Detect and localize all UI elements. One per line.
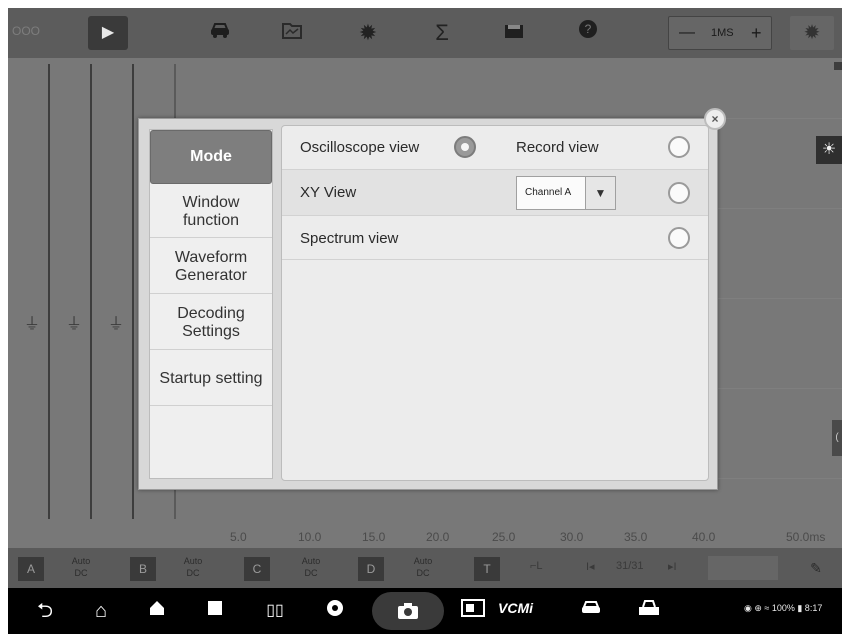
zoom-out-button[interactable]: —: [679, 17, 695, 49]
first-frame-button[interactable]: I◂: [586, 560, 595, 573]
coupling-line1: Auto: [301, 556, 321, 566]
timebase-control: — 1MS +: [668, 16, 772, 50]
xy-channel-value: Channel A: [525, 187, 572, 198]
device-screen: OOO ▶ ✹ Σ ? — 1MS + ✹ ⏚ ⏚ ⏚ ☀ (5.0 10.0…: [8, 8, 842, 634]
x-tick-label: 20.0: [426, 530, 450, 544]
settings-dialog: Mode Window function Waveform Generator …: [138, 118, 718, 490]
trigger-edge-button[interactable]: ⌐L: [530, 560, 543, 572]
back-icon[interactable]: ⮌: [28, 598, 62, 624]
frame-slider[interactable]: [708, 556, 778, 580]
channel-c-button[interactable]: C: [244, 557, 270, 581]
shop-icon[interactable]: [632, 598, 666, 624]
record-view-label: Record view: [516, 139, 599, 156]
probe-icon[interactable]: ✎: [798, 556, 834, 580]
help-icon[interactable]: ?: [568, 16, 608, 50]
coupling-line2: DC: [186, 568, 200, 578]
browser-icon[interactable]: [318, 598, 352, 624]
xy-view-radio[interactable]: [668, 182, 690, 204]
settings-gear-icon[interactable]: ✹: [790, 16, 834, 50]
coupling-line2: DC: [74, 568, 88, 578]
option-row: Spectrum view: [282, 216, 708, 260]
zoom-in-button[interactable]: +: [751, 17, 762, 49]
x-tick-label: 25.0: [492, 530, 516, 544]
channel-d-coupling[interactable]: Auto DC: [404, 555, 442, 579]
settings-menu: Mode Window function Waveform Generator …: [149, 129, 273, 479]
car-icon[interactable]: [200, 16, 240, 50]
menu-item-decoding-settings[interactable]: Decoding Settings: [150, 296, 272, 350]
recent-apps-icon[interactable]: [198, 598, 232, 624]
coupling-line2: DC: [304, 568, 318, 578]
vehicle-icon[interactable]: [574, 598, 608, 624]
coupling-line1: Auto: [413, 556, 433, 566]
record-view-radio[interactable]: [668, 136, 690, 158]
coupling-line1: Auto: [71, 556, 91, 566]
system-nav-bar: ⮌ ⌂ ▯▯ VCMi ◉ ⊕ ≈ 100% ▮ 8:17: [8, 588, 842, 634]
x-tick-label: 40.0: [692, 530, 716, 544]
camera-icon: [398, 603, 418, 619]
channel-d-button[interactable]: D: [358, 557, 384, 581]
channel-a-button[interactable]: A: [18, 557, 44, 581]
gear-icon[interactable]: ✹: [348, 16, 388, 50]
oscilloscope-view-label: Oscilloscope view: [300, 139, 420, 156]
chevron-down-icon[interactable]: ▼: [585, 177, 615, 209]
coupling-line2: DC: [416, 568, 430, 578]
side-panel-tab[interactable]: (: [832, 420, 842, 456]
x-tick-label: 15.0: [362, 530, 386, 544]
screenshot-button[interactable]: [372, 592, 444, 630]
ground-marker-icon[interactable]: ⏚: [108, 310, 124, 334]
y-axis-column-a: ⏚: [10, 64, 50, 519]
top-toolbar: OOO ▶ ✹ Σ ? — 1MS + ✹: [8, 8, 842, 58]
x-tick-label: 50.0ms: [786, 530, 826, 544]
screen-record-icon[interactable]: [456, 598, 490, 624]
spectrum-view-label: Spectrum view: [300, 230, 399, 247]
ground-marker-icon[interactable]: ⏚: [24, 310, 40, 334]
option-row: XY View Channel A ▼: [282, 170, 708, 216]
close-icon[interactable]: ×: [704, 108, 726, 130]
channel-b-button[interactable]: B: [130, 557, 156, 581]
y-axis-column-c: ⏚: [94, 64, 134, 519]
trigger-button[interactable]: T: [474, 557, 500, 581]
app-home-icon[interactable]: [140, 598, 174, 624]
x-tick-label: 30.0: [560, 530, 584, 544]
x-axis: 5.0 10.0 15.0 20.0 25.0 30.0 35.0 40.0 5…: [8, 528, 842, 548]
app-logo: OOO: [12, 24, 41, 38]
channel-b-coupling[interactable]: Auto DC: [174, 555, 212, 579]
ground-marker-icon[interactable]: ⏚: [66, 310, 82, 334]
y-axis-column-b: ⏚: [52, 64, 92, 519]
channel-c-coupling[interactable]: Auto DC: [292, 555, 330, 579]
sigma-icon[interactable]: Σ: [422, 16, 462, 50]
save-icon[interactable]: [494, 16, 534, 50]
channel-bar: A Auto DC B Auto DC C Auto DC D Auto DC T ⌐L…: [8, 548, 842, 588]
play-icon[interactable]: ▶: [88, 16, 128, 50]
home-icon[interactable]: ⌂: [84, 598, 118, 624]
x-tick-label: 10.0: [298, 530, 322, 544]
trigger-marker[interactable]: [834, 62, 842, 70]
lightbulb-icon[interactable]: ☀: [816, 136, 842, 164]
vcmi-button[interactable]: VCMi: [498, 600, 533, 616]
oscilloscope-view-radio[interactable]: [454, 136, 476, 158]
status-bar: ◉ ⊕ ≈ 100% ▮ 8:17: [744, 603, 823, 613]
menu-item-window-function[interactable]: Window function: [150, 186, 272, 238]
last-frame-button[interactable]: ▸I: [668, 560, 677, 573]
folder-icon[interactable]: [272, 16, 312, 50]
channel-a-coupling[interactable]: Auto DC: [62, 555, 100, 579]
split-screen-icon[interactable]: ▯▯: [258, 598, 292, 624]
xy-view-label: XY View: [300, 184, 357, 201]
mode-options-panel: Oscilloscope view Record view XY View Ch…: [281, 125, 709, 481]
spectrum-view-radio[interactable]: [668, 227, 690, 249]
x-tick-label: 5.0: [230, 530, 247, 544]
svg-text:?: ?: [585, 22, 592, 36]
menu-item-mode[interactable]: Mode: [150, 130, 272, 184]
option-row: Oscilloscope view Record view: [282, 126, 708, 170]
xy-channel-select[interactable]: Channel A ▼: [516, 176, 616, 210]
timebase-value: 1MS: [711, 27, 734, 39]
frame-counter: 31/31: [616, 560, 644, 572]
coupling-line1: Auto: [183, 556, 203, 566]
x-tick-label: 35.0: [624, 530, 648, 544]
menu-item-waveform-generator[interactable]: Waveform Generator: [150, 240, 272, 294]
menu-item-startup-setting[interactable]: Startup setting: [150, 352, 272, 406]
